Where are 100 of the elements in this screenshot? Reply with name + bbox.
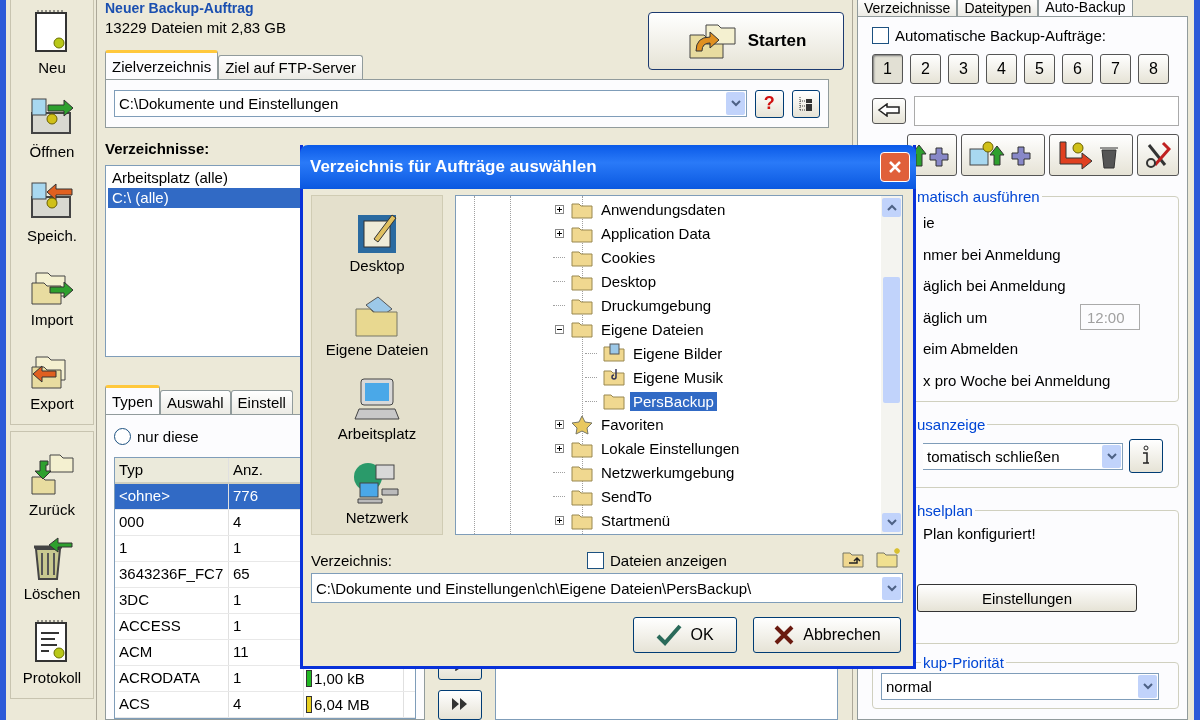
chevron-down-icon — [1142, 683, 1153, 690]
fast-forward-icon — [451, 696, 469, 711]
settings-button[interactable]: Einstellungen — [917, 584, 1137, 612]
toolbar-button[interactable]: Löschen — [11, 522, 93, 606]
tab[interactable]: Typen — [105, 385, 160, 414]
folder-icon — [570, 319, 594, 340]
toolbar-button[interactable]: Import — [11, 248, 93, 332]
job-slot-button[interactable]: 1 — [872, 54, 903, 84]
tree-item[interactable]: Eigene Bilder — [630, 343, 726, 363]
start-button[interactable]: Starten — [648, 12, 844, 70]
tools-button[interactable] — [1137, 134, 1179, 176]
scrollbar[interactable] — [881, 196, 902, 534]
chevron-down-icon — [886, 584, 897, 592]
expander-icon[interactable] — [554, 205, 564, 215]
place-button[interactable]: Eigene Dateien — [319, 285, 435, 367]
toolbar-button[interactable]: Zurück — [11, 438, 93, 522]
checkbox[interactable] — [872, 27, 889, 44]
job-slot-button[interactable]: 4 — [986, 54, 1017, 84]
folders-arrow-icon — [28, 451, 76, 497]
radio-label: nur diese — [137, 427, 199, 445]
tree-item[interactable]: Startmenü — [598, 511, 674, 530]
star-icon — [570, 414, 594, 435]
chevron-down-icon — [730, 100, 741, 108]
tree-item[interactable]: Eigene Dateien — [598, 319, 707, 339]
expander-icon[interactable] — [554, 324, 564, 334]
option-label: ie — [923, 214, 935, 232]
remove-job-button[interactable] — [1049, 134, 1133, 176]
priority-dropdown[interactable]: normal — [881, 673, 1159, 700]
tab[interactable]: Einstell — [230, 390, 293, 414]
toolbar-button[interactable]: Neu — [11, 0, 93, 80]
fast-forward-button[interactable] — [438, 690, 482, 720]
radio-button[interactable] — [114, 427, 131, 445]
group-title: matisch ausführen — [916, 188, 1041, 205]
option-label: eim Abmelden — [923, 340, 1019, 358]
toolbar-button[interactable]: Export — [11, 332, 93, 416]
cancel-button[interactable]: Abbrechen — [753, 617, 901, 653]
checkbox[interactable] — [587, 552, 604, 569]
network-computers-icon — [352, 460, 402, 507]
back-button[interactable] — [872, 98, 906, 124]
table-row[interactable]: ACS 4 6,04 MB — [115, 692, 415, 718]
tree-view-button[interactable] — [791, 89, 820, 118]
tree-icon — [796, 94, 815, 113]
tab[interactable]: Auswahl — [159, 390, 231, 414]
help-button[interactable]: ? — [755, 89, 784, 118]
info-button[interactable] — [1129, 439, 1163, 473]
tab[interactable]: Zielverzeichnis — [105, 50, 219, 79]
tree-item[interactable]: Cookies — [598, 248, 659, 268]
tree-item[interactable]: Application Data — [598, 224, 714, 244]
path-dropdown[interactable]: C:\Dokumente und Einstellungen\ch\Eigene Dateien\PersBackup\ — [311, 573, 903, 603]
tree-item[interactable]: SendTo — [598, 487, 655, 507]
job-name-field[interactable] — [914, 96, 1179, 126]
tree-item[interactable]: Eigene Musik — [630, 367, 727, 387]
expander-icon[interactable] — [554, 420, 564, 430]
status-dropdown[interactable]: tomatisch schließen — [923, 442, 1123, 470]
tools-icon — [1145, 141, 1171, 169]
expander-icon[interactable] — [554, 229, 564, 239]
tab[interactable]: Auto-Backup — [1038, 0, 1133, 16]
close-icon — [888, 160, 902, 174]
folder-icon — [602, 391, 626, 412]
job-slot-button[interactable]: 8 — [1138, 54, 1169, 84]
job-slot-button[interactable]: 2 — [910, 54, 941, 84]
close-button[interactable] — [880, 152, 910, 182]
tree-item[interactable]: Desktop — [598, 272, 660, 292]
plan-message: Plan konfiguriert! — [923, 525, 1037, 542]
cross-icon — [773, 624, 796, 646]
ok-button[interactable]: OK — [633, 617, 737, 653]
left-arrow-icon — [877, 102, 901, 117]
section-label: Verzeichnisse: — [105, 140, 211, 158]
job-slot-button[interactable]: 7 — [1100, 54, 1131, 84]
tab[interactable]: Ziel auf FTP-Server — [218, 55, 364, 79]
checkbox-label: Automatische Backup-Aufträge: — [895, 27, 1106, 44]
path-dropdown[interactable]: C:\Dokumente und Einstellungen — [114, 90, 748, 118]
tab[interactable]: Dateitypen — [957, 0, 1039, 16]
folder-up-icon[interactable] — [841, 549, 865, 569]
tree-item[interactable]: PersBackup — [630, 391, 717, 411]
toolbar-button[interactable]: Öffnen — [11, 80, 93, 164]
job-slot-button[interactable]: 3 — [948, 54, 979, 84]
expander-icon[interactable] — [554, 516, 564, 525]
tree-item[interactable]: Druckumgebung — [598, 296, 715, 315]
add-drive-job-button[interactable] — [961, 134, 1045, 176]
job-slot-button[interactable]: 6 — [1062, 54, 1093, 84]
option-label: äglich bei Anmeldung — [923, 277, 1066, 295]
toolbar-button[interactable]: Speich. — [11, 164, 93, 248]
tree-item[interactable]: Anwendungsdaten — [598, 200, 729, 220]
place-button[interactable]: Arbeitsplatz — [331, 369, 423, 451]
column-header[interactable]: Typ — [115, 458, 229, 482]
folder-picture-icon — [602, 343, 626, 364]
folder-music-icon — [602, 367, 626, 388]
expander-icon[interactable] — [554, 444, 564, 454]
tree-item[interactable]: Netzwerkumgebung — [598, 463, 738, 483]
file-summary: 13229 Dateien mit 2,83 GB — [105, 19, 286, 36]
chevron-up-icon — [886, 204, 897, 211]
dialog-title: Verzeichnis für Aufträge auswählen — [310, 157, 597, 177]
tree-item[interactable]: Lokale Einstellungen — [598, 439, 743, 459]
job-slot-button[interactable]: 5 — [1024, 54, 1055, 84]
toolbar-button[interactable]: Protokoll — [11, 606, 93, 690]
tab[interactable]: Verzeichnisse — [857, 0, 958, 16]
tree-item[interactable]: Favoriten — [598, 415, 667, 435]
chevron-down-icon — [886, 519, 897, 526]
group-title: kup-Priorität — [922, 654, 1005, 671]
